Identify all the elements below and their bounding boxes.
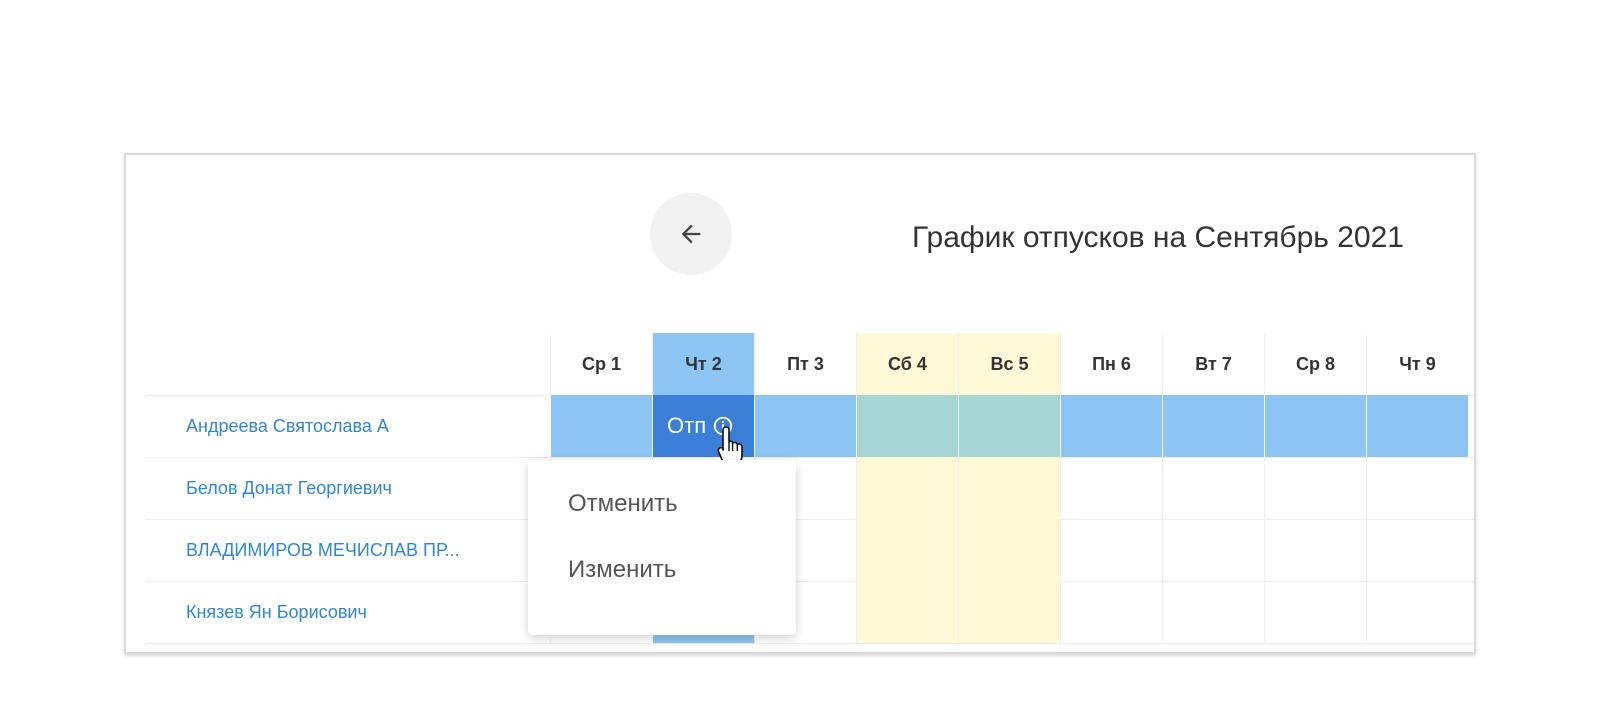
table-row: Белов Донат Георгиевич: [146, 457, 1474, 520]
employee-name-link[interactable]: Князев Ян Борисович: [186, 581, 546, 643]
employee-name-link[interactable]: Белов Донат Георгиевич: [186, 457, 546, 519]
day-cell[interactable]: [1162, 581, 1264, 643]
vacation-cell[interactable]: [856, 395, 958, 457]
edit-vacation-menu-item[interactable]: Изменить: [568, 556, 676, 584]
day-cell[interactable]: [1264, 457, 1366, 519]
day-cell[interactable]: [1060, 457, 1162, 519]
employee-column-header: [146, 333, 558, 395]
day-header-tue-7: Вт 7: [1162, 333, 1264, 395]
vacation-cell[interactable]: [1366, 395, 1468, 457]
day-header-fri-3: Пт 3: [754, 333, 856, 395]
day-cell[interactable]: [1366, 519, 1468, 581]
day-header-wed-8: Ср 8: [1264, 333, 1366, 395]
day-cell[interactable]: [958, 581, 1060, 643]
day-header-sat-4: Сб 4: [856, 333, 958, 395]
day-cell[interactable]: [1162, 519, 1264, 581]
employee-name-link[interactable]: ВЛАДИМИРОВ МЕЧИСЛАВ ПР...: [186, 519, 546, 581]
day-header-sun-5: Вс 5: [958, 333, 1060, 395]
day-header-row: Ср 1 Чт 2 Пт 3 Сб 4 Вс 5 Пн 6 Вт 7 Ср 8 …: [146, 333, 1474, 396]
day-cell[interactable]: [856, 457, 958, 519]
day-cell[interactable]: [958, 457, 1060, 519]
vacation-cell[interactable]: [1060, 395, 1162, 457]
vacation-cell[interactable]: [1264, 395, 1366, 457]
day-cell[interactable]: [1162, 457, 1264, 519]
page-title: График отпусков на Сентябрь 2021: [912, 221, 1404, 254]
day-cell[interactable]: [1366, 581, 1468, 643]
vacation-context-menu: Отменить Изменить: [528, 460, 796, 635]
day-header-wed-1: Ср 1: [550, 333, 652, 395]
schedule-grid: Ср 1 Чт 2 Пт 3 Сб 4 Вс 5 Пн 6 Вт 7 Ср 8 …: [146, 333, 1474, 652]
cancel-vacation-menu-item[interactable]: Отменить: [568, 490, 678, 518]
employee-name-link[interactable]: Андреева Святослава А: [186, 395, 546, 457]
table-row: ВЛАДИМИРОВ МЕЧИСЛАВ ПР...: [146, 519, 1474, 582]
table-row: Князев Ян Борисович: [146, 581, 1474, 644]
day-cell[interactable]: [856, 581, 958, 643]
day-header-thu-2: Чт 2: [652, 333, 754, 395]
vacation-label: Отп: [667, 413, 707, 438]
day-cell[interactable]: [1264, 581, 1366, 643]
vacation-cell[interactable]: [1162, 395, 1264, 457]
vacation-cell[interactable]: [550, 395, 652, 457]
day-cell[interactable]: [958, 519, 1060, 581]
day-header-mon-6: Пн 6: [1060, 333, 1162, 395]
vacation-start-cell[interactable]: Отп: [652, 395, 754, 467]
day-cell[interactable]: [856, 519, 958, 581]
day-cell[interactable]: [1366, 457, 1468, 519]
arrow-left-icon: [681, 224, 701, 244]
vacation-cell[interactable]: [958, 395, 1060, 457]
day-cell[interactable]: [1060, 519, 1162, 581]
day-cell[interactable]: [1060, 581, 1162, 643]
table-row: Андреева Святослава А Отп: [146, 395, 1474, 467]
vacation-cell[interactable]: [754, 395, 856, 457]
day-cell[interactable]: [1264, 519, 1366, 581]
day-header-thu-9: Чт 9: [1366, 333, 1468, 395]
vacation-schedule-panel: График отпусков на Сентябрь 2021 Ср 1 Чт…: [124, 153, 1476, 654]
back-button[interactable]: [650, 193, 732, 275]
